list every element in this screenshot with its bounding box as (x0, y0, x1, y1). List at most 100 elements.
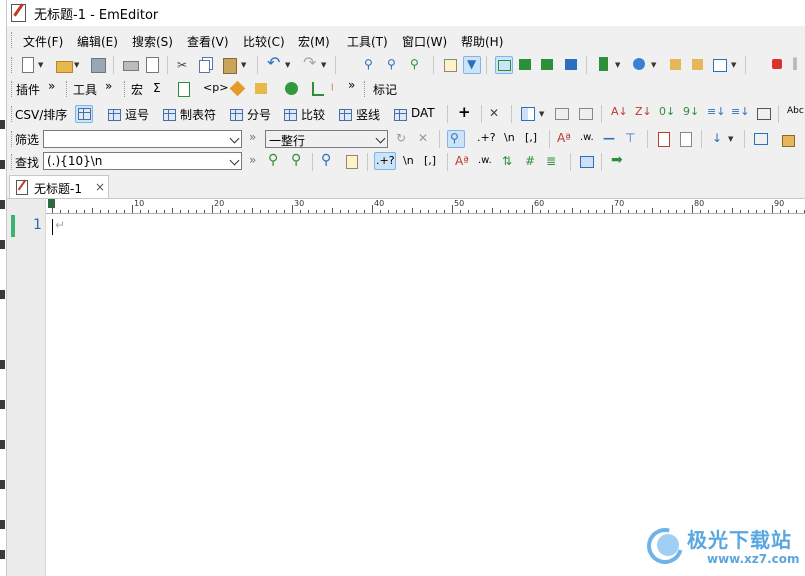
tab-untitled-1[interactable]: 无标题-1 × (9, 175, 109, 198)
configuration-dropdown-icon[interactable]: ▼ (615, 61, 620, 69)
menu-tools[interactable]: 工具(T) (347, 33, 388, 50)
csv-sort-label[interactable]: CSV/排序 (15, 106, 67, 123)
toolbar-grip[interactable] (124, 81, 128, 97)
clear-filter-icon[interactable]: ✕ (418, 131, 428, 145)
go-arrow-icon[interactable] (283, 80, 301, 98)
menu-macro[interactable]: 宏(M) (298, 33, 330, 50)
chevron-more-icon[interactable]: » (105, 79, 112, 93)
sort-length-asc-icon[interactable]: ≡↓ (707, 105, 725, 119)
settings-all-icon[interactable] (689, 56, 707, 74)
numbers-icon[interactable]: # (525, 154, 535, 168)
encoding-dropdown-icon[interactable]: ▼ (651, 61, 656, 69)
customize-icon[interactable] (711, 56, 729, 74)
csv-dat-button[interactable]: DAT (411, 106, 435, 120)
wrap-around-icon[interactable]: ⇅ (502, 154, 512, 168)
exclude-icon[interactable]: — (603, 131, 615, 145)
cut-icon[interactable]: ✂ (177, 58, 187, 72)
macros-label[interactable]: 宏 (131, 81, 143, 98)
refresh-icon[interactable]: ↻ (396, 131, 406, 145)
find-in-selection-icon[interactable] (343, 153, 361, 171)
print-icon[interactable] (121, 56, 139, 74)
whole-word-icon[interactable]: .w. (580, 131, 594, 145)
record-macro-icon[interactable] (769, 56, 787, 74)
regex-button[interactable]: .+? (477, 131, 496, 144)
bracket-button[interactable]: [,] (525, 131, 537, 144)
snippets-icon[interactable] (175, 80, 193, 98)
menu-search[interactable]: 搜索(S) (132, 33, 173, 50)
undo-icon[interactable]: ↶ (267, 55, 280, 71)
csv-tab-button[interactable]: 制表符 (180, 106, 216, 123)
filter-input[interactable] (43, 130, 242, 148)
chevron-down-icon[interactable] (229, 155, 240, 166)
chevron-down-icon[interactable] (375, 133, 386, 144)
down-dropdown-icon[interactable]: ▼ (728, 135, 733, 143)
tools-label[interactable]: 工具 (73, 81, 97, 98)
csv-pipe-button[interactable]: 竖线 (356, 106, 380, 123)
bookmark-icon[interactable] (655, 130, 673, 148)
lock-icon[interactable] (779, 130, 797, 148)
undo-dropdown-icon[interactable]: ▼ (285, 61, 290, 69)
down-arrow-icon[interactable]: ↓ (712, 131, 722, 145)
spell-check-icon[interactable]: Abc (787, 104, 804, 118)
advanced-filter-icon[interactable] (752, 130, 770, 148)
pause-icon[interactable]: ‖ (792, 56, 798, 70)
toolbar-grip[interactable] (364, 81, 368, 97)
chevron-more-icon[interactable]: » (48, 79, 55, 93)
print-preview-icon[interactable] (143, 56, 161, 74)
go-arrow-icon[interactable]: ➡ (611, 153, 623, 167)
redo-icon[interactable]: ↷ (303, 55, 316, 71)
new-file-icon[interactable] (19, 56, 37, 74)
find-window-icon[interactable] (578, 153, 596, 171)
chevron-more-icon[interactable]: » (348, 78, 355, 92)
chevron-more-icon[interactable]: » (249, 130, 256, 144)
commit-icon[interactable] (309, 80, 327, 98)
find-previous-icon[interactable]: ⚲ (268, 153, 278, 167)
redo-dropdown-icon[interactable]: ▼ (321, 61, 326, 69)
properties-icon[interactable] (667, 56, 685, 74)
menu-view[interactable]: 查看(V) (187, 33, 229, 50)
configuration-icon[interactable] (595, 56, 613, 74)
sort-numeric-asc-icon[interactable]: 0↓ (659, 105, 675, 119)
wrap-window-icon[interactable] (517, 56, 535, 74)
wrap-none-icon[interactable] (495, 56, 513, 74)
toolbar-grip[interactable] (11, 57, 15, 73)
close-icon[interactable]: × (95, 180, 105, 194)
sort-length-desc-icon[interactable]: ≡↓ (731, 105, 749, 119)
paste-icon[interactable] (221, 56, 239, 74)
find-next-icon[interactable]: ⚲ (291, 153, 301, 167)
match-case-icon[interactable]: Aª (455, 154, 469, 168)
paste-dropdown-icon[interactable]: ▼ (241, 61, 246, 69)
find-next-icon[interactable]: ⚲ (387, 57, 396, 71)
line-number-gutter[interactable]: 1 (7, 199, 46, 576)
whole-word-icon[interactable]: .w. (478, 154, 492, 168)
toolbar-grip[interactable] (11, 81, 15, 97)
explorer-icon[interactable] (253, 80, 271, 98)
menubar-grip[interactable] (11, 32, 15, 48)
column-delete-icon[interactable] (577, 105, 595, 123)
find-icon[interactable]: ⚲ (364, 57, 373, 71)
red-marker-icon[interactable]: | (331, 83, 333, 91)
column-layout-icon[interactable] (519, 105, 537, 123)
column-layout-dropdown-icon[interactable]: ▼ (539, 110, 544, 118)
escape-sequence-button[interactable]: \n (504, 131, 515, 144)
html-tag-icon[interactable]: <p> (203, 81, 228, 94)
customize-dropdown-icon[interactable]: ▼ (731, 61, 736, 69)
encoding-icon[interactable] (631, 56, 649, 74)
csv-compare-button[interactable]: 比较 (301, 106, 325, 123)
regex-toggle-button[interactable]: .+? (374, 152, 396, 170)
tools-wrench-icon[interactable]: ✕ (489, 106, 499, 120)
open-dropdown-icon[interactable]: ▼ (74, 61, 79, 69)
find-icon[interactable]: ⚲ (321, 153, 331, 167)
sort-a-z-icon[interactable]: A↓ (611, 105, 628, 119)
sort-options-icon[interactable] (755, 105, 773, 123)
filter-icon[interactable]: ▼ (463, 56, 481, 74)
wrap-page-icon[interactable] (539, 56, 557, 74)
ruler[interactable]: 10 20 30 40 50 60 70 80 90 (46, 199, 805, 214)
csv-normal-mode-button[interactable] (75, 105, 93, 123)
find-in-files-icon[interactable] (441, 56, 459, 74)
menu-help[interactable]: 帮助(H) (461, 33, 503, 50)
sigma-icon[interactable]: Σ (153, 81, 161, 95)
open-folder-icon[interactable] (55, 56, 73, 74)
toolbar-grip[interactable] (66, 81, 70, 97)
menu-edit[interactable]: 编辑(E) (77, 33, 118, 50)
